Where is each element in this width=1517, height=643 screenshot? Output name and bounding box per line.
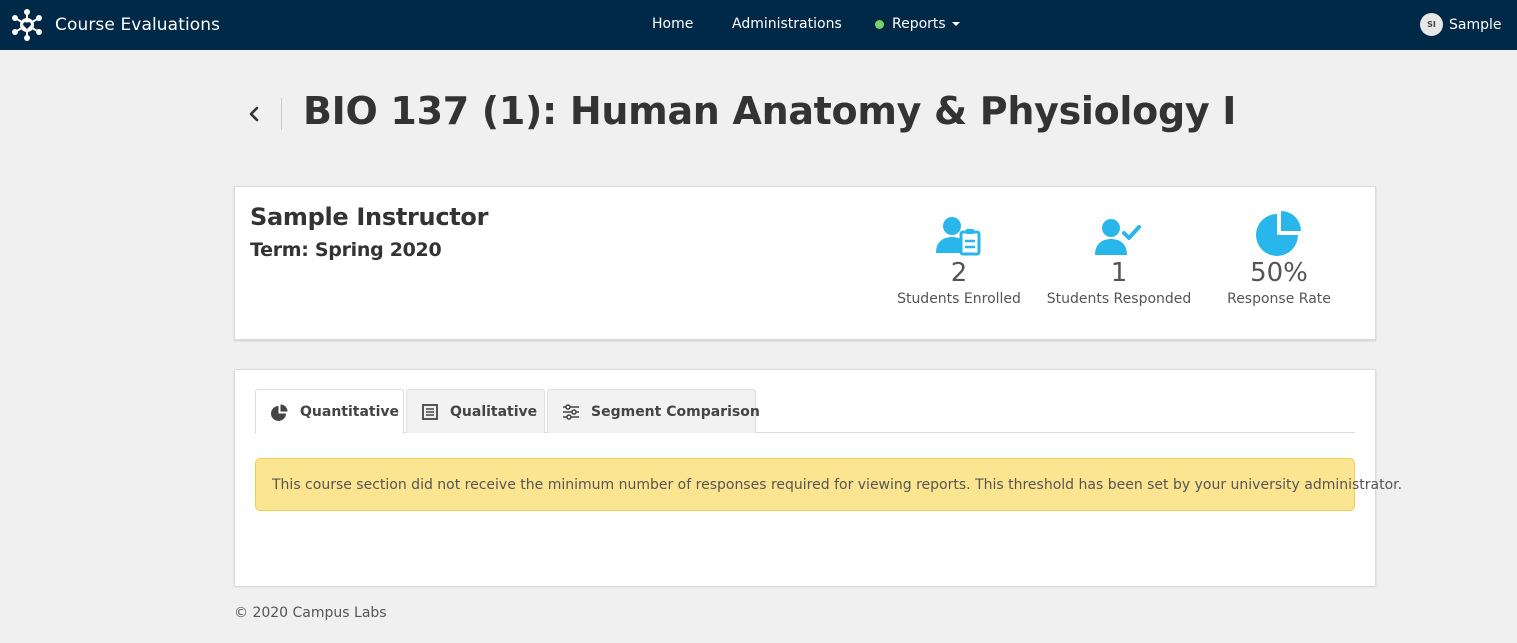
stat-label: Students Responded bbox=[1046, 291, 1192, 307]
alert-message: This course section did not receive the … bbox=[272, 476, 1403, 493]
app-name: Course Evaluations bbox=[55, 15, 221, 35]
report-tabs: Quantitative Qualitative Segment Compari… bbox=[255, 389, 1355, 434]
page-title: BIO 137 (1): Human Anatomy & Physiology … bbox=[303, 89, 1237, 133]
tab-segment-comparison[interactable]: Segment Comparison bbox=[547, 389, 760, 433]
avatar: SI bbox=[1420, 13, 1443, 36]
user-menu[interactable]: SI Sample bbox=[1420, 13, 1502, 36]
nav-reports-dropdown[interactable]: Reports bbox=[875, 16, 960, 32]
summary-card: Sample Instructor Term: Spring 2020 2 St… bbox=[234, 186, 1376, 340]
stat-students-responded: 1 Students Responded bbox=[1039, 211, 1199, 307]
network-hub-icon bbox=[12, 9, 42, 41]
user-check-icon bbox=[1095, 219, 1141, 255]
sliders-icon bbox=[563, 403, 579, 420]
stat-value: 50% bbox=[1250, 258, 1308, 288]
footer-copyright: © 2020 Campus Labs bbox=[234, 605, 387, 621]
stat-response-rate: 50% Response Rate bbox=[1199, 211, 1359, 307]
tab-label: Quantitative bbox=[300, 404, 400, 420]
stat-students-enrolled: 2 Students Enrolled bbox=[879, 211, 1039, 307]
nav-reports-label: Reports bbox=[892, 16, 946, 32]
caret-down-icon bbox=[951, 22, 960, 26]
stat-label: Students Enrolled bbox=[897, 291, 1021, 307]
tab-quantitative[interactable]: Quantitative bbox=[255, 389, 404, 434]
brand[interactable]: Course Evaluations bbox=[10, 8, 220, 42]
tab-label: Qualitative bbox=[450, 403, 538, 420]
tab-label: Segment Comparison bbox=[591, 403, 760, 420]
title-divider bbox=[281, 98, 282, 130]
term-label: Term: Spring 2020 bbox=[250, 239, 442, 261]
user-name: Sample bbox=[1449, 16, 1502, 33]
stat-value: 2 bbox=[950, 258, 968, 288]
back-button[interactable] bbox=[244, 100, 264, 128]
chevron-left-icon bbox=[249, 106, 259, 122]
nav-home-link[interactable]: Home bbox=[652, 16, 693, 32]
stat-label: Response Rate bbox=[1227, 291, 1331, 307]
report-panel: Quantitative Qualitative Segment Compari… bbox=[234, 369, 1402, 586]
top-navbar: Course Evaluations Home Administrations … bbox=[0, 0, 1517, 50]
status-dot bbox=[875, 19, 884, 29]
instructor-name: Sample Instructor bbox=[250, 203, 489, 231]
nav-administrations-link[interactable]: Administrations bbox=[732, 16, 842, 32]
pie-chart-icon bbox=[1256, 211, 1301, 256]
user-clipboard-icon bbox=[936, 217, 981, 256]
pie-chart-icon bbox=[271, 404, 288, 421]
threshold-warning-alert: This course section did not receive the … bbox=[255, 458, 1402, 511]
tab-qualitative[interactable]: Qualitative bbox=[406, 389, 545, 433]
stat-value: 1 bbox=[1110, 258, 1128, 288]
document-list-icon bbox=[422, 403, 438, 420]
